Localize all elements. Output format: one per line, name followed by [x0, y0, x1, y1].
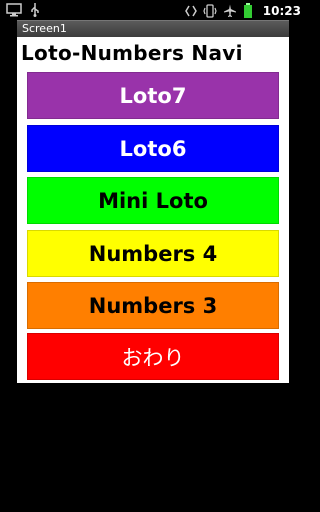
clock: 10:23: [262, 3, 301, 18]
status-bar: 10:23: [0, 0, 307, 20]
numbers4-button[interactable]: Numbers 4: [27, 230, 279, 277]
exit-button-label: おわり: [121, 345, 185, 370]
status-bar-left: [6, 3, 40, 17]
app-screen: Loto-Numbers Navi Loto7 Loto6 Mini Loto …: [17, 37, 289, 383]
mini-loto-button[interactable]: Mini Loto: [27, 177, 279, 224]
vibrate-icon: [203, 3, 217, 18]
app-title: Loto-Numbers Navi: [21, 41, 243, 65]
screen-icon: [6, 3, 22, 17]
loto6-button[interactable]: Loto6: [27, 125, 279, 172]
usb-icon: [30, 3, 40, 17]
airplane-icon: [223, 4, 237, 18]
numbers3-button-label: Numbers 3: [88, 293, 218, 318]
battery-icon: [243, 3, 253, 18]
exit-button[interactable]: おわり: [27, 333, 279, 380]
window-title: Screen1: [22, 22, 67, 35]
numbers4-button-label: Numbers 4: [88, 241, 218, 266]
mini-loto-button-label: Mini Loto: [98, 188, 208, 213]
code-icon: [184, 4, 197, 18]
loto6-button-label: Loto6: [119, 136, 187, 161]
loto7-button-label: Loto7: [119, 83, 187, 108]
status-bar-right: 10:23: [184, 3, 301, 18]
loto7-button[interactable]: Loto7: [27, 72, 279, 119]
numbers3-button[interactable]: Numbers 3: [27, 282, 279, 329]
window-title-bar: Screen1: [17, 20, 289, 38]
